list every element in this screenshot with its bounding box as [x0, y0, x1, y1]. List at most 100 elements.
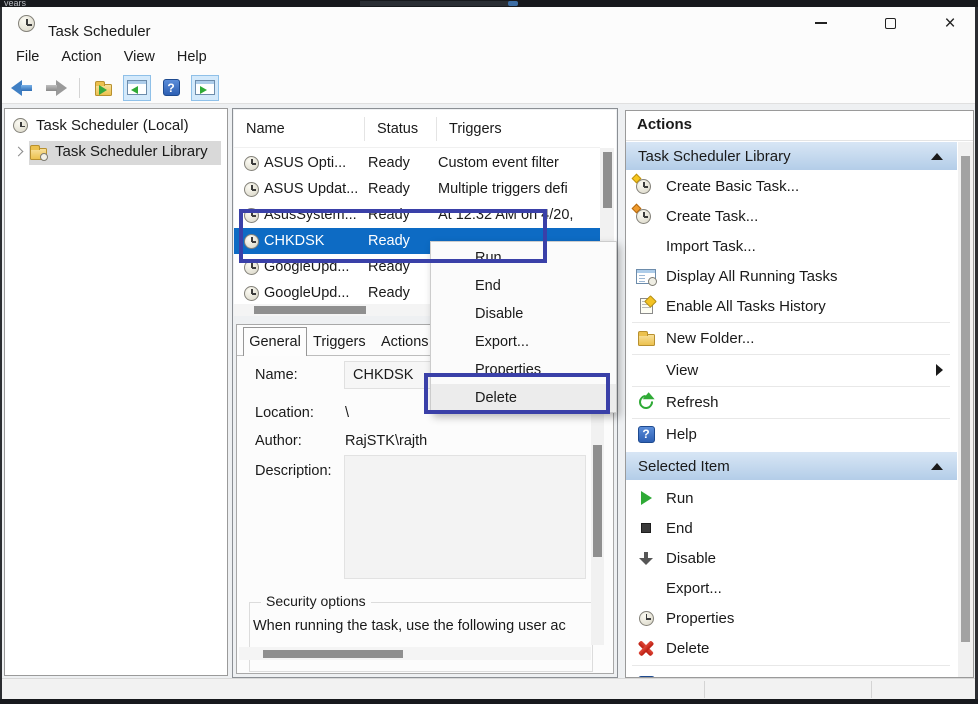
- status-bar: [2, 678, 975, 699]
- action-refresh[interactable]: Refresh: [626, 387, 957, 417]
- action-create-task[interactable]: Create Task...: [626, 201, 957, 231]
- task-name: GoogleUpd...: [264, 285, 368, 301]
- description-field[interactable]: [344, 455, 586, 579]
- actions-vertical-scrollbar[interactable]: [958, 142, 973, 678]
- refresh-icon: [636, 392, 656, 412]
- action-disable[interactable]: Disable: [626, 543, 957, 573]
- section-header-selected-item[interactable]: Selected Item: [626, 452, 957, 480]
- context-end[interactable]: End: [431, 272, 616, 300]
- forward-button[interactable]: [42, 75, 70, 101]
- action-import-task[interactable]: Import Task...: [626, 231, 957, 261]
- task-list-header: Name Status Triggers: [234, 110, 600, 148]
- background-window-tab: [360, 1, 510, 6]
- scheduler-clock-icon: [13, 118, 28, 133]
- action-create-basic-task[interactable]: Create Basic Task...: [626, 171, 957, 201]
- window-title: Task Scheduler: [48, 23, 151, 40]
- task-status: Ready: [368, 285, 438, 301]
- scrollbar-thumb[interactable]: [593, 445, 602, 557]
- context-menu: Run End Disable Export... Properties Del…: [430, 241, 617, 413]
- scrollbar-thumb[interactable]: [961, 156, 970, 642]
- show-hide-action-pane-button[interactable]: [191, 75, 219, 101]
- create-basic-task-icon: [636, 177, 656, 195]
- action-display-running-tasks[interactable]: Display All Running Tasks: [626, 261, 957, 291]
- properties-clock-icon: [639, 611, 654, 626]
- new-folder-icon: [638, 334, 655, 346]
- task-name: ASUS Opti...: [264, 155, 368, 171]
- action-enable-history[interactable]: Enable All Tasks History: [626, 291, 957, 321]
- task-row[interactable]: AsusSystem... Ready At 12:32 AM on 4/20,: [234, 202, 600, 228]
- column-name[interactable]: Name: [234, 121, 364, 137]
- menu-action[interactable]: Action: [50, 49, 112, 65]
- action-view[interactable]: View: [626, 355, 957, 385]
- help-toolbar-button[interactable]: [157, 75, 185, 101]
- create-task-icon: [636, 207, 656, 225]
- scrollbar-thumb[interactable]: [603, 152, 612, 208]
- close-button[interactable]: ×: [928, 7, 972, 39]
- column-status[interactable]: Status: [364, 117, 436, 141]
- action-delete[interactable]: Delete: [626, 633, 957, 663]
- task-clock-icon: [244, 286, 259, 301]
- scrollbar-thumb[interactable]: [254, 306, 366, 314]
- collapse-arrow-icon[interactable]: [931, 153, 943, 160]
- app-clock-icon: [18, 15, 35, 32]
- task-name: AsusSystem...: [264, 207, 368, 223]
- background-window-accent: [508, 1, 518, 6]
- action-end[interactable]: End: [626, 513, 957, 543]
- close-icon: ×: [944, 14, 955, 33]
- task-row[interactable]: ASUS Updat... Ready Multiple triggers de…: [234, 176, 600, 202]
- action-export[interactable]: Export...: [626, 573, 957, 603]
- submenu-arrow-icon: [936, 364, 943, 376]
- collapse-arrow-icon[interactable]: [931, 463, 943, 470]
- action-run[interactable]: Run: [626, 483, 957, 513]
- panel-play-icon: [195, 80, 215, 95]
- context-run[interactable]: Run: [431, 244, 616, 272]
- location-value: \: [345, 405, 349, 421]
- task-row[interactable]: ASUS Opti... Ready Custom event filter: [234, 150, 600, 176]
- actions-panel-title: Actions: [637, 116, 692, 133]
- context-properties[interactable]: Properties: [431, 356, 616, 384]
- tab-general[interactable]: General: [243, 327, 307, 356]
- action-help[interactable]: Help: [626, 419, 957, 449]
- location-label: Location:: [255, 405, 314, 421]
- help-icon: [638, 426, 655, 443]
- status-divider: [704, 681, 705, 698]
- context-disable[interactable]: Disable: [431, 300, 616, 328]
- status-divider: [871, 681, 872, 698]
- menu-file[interactable]: File: [5, 49, 50, 65]
- tree-item-local[interactable]: Task Scheduler (Local): [13, 117, 189, 134]
- details-horizontal-scrollbar[interactable]: [239, 647, 591, 660]
- tab-triggers[interactable]: Triggers: [313, 334, 366, 350]
- author-value: RajSTK\rajth: [345, 433, 427, 449]
- show-hide-tree-button[interactable]: [123, 75, 151, 101]
- delete-x-icon: [638, 640, 654, 656]
- context-delete[interactable]: Delete: [431, 384, 616, 412]
- show-console-tree-button[interactable]: [89, 75, 117, 101]
- minimize-button[interactable]: [799, 7, 843, 39]
- toolbar-separator: [79, 78, 80, 98]
- run-icon: [641, 491, 652, 505]
- minimize-icon: [815, 22, 827, 24]
- help-icon: [163, 79, 180, 96]
- action-new-folder[interactable]: New Folder...: [626, 323, 957, 353]
- task-name: CHKDSK: [264, 233, 368, 249]
- task-trigger: At 12:32 AM on 4/20,: [438, 207, 600, 223]
- maximize-button[interactable]: [868, 7, 912, 39]
- scrollbar-thumb[interactable]: [263, 650, 403, 658]
- end-icon: [641, 523, 651, 533]
- menu-view[interactable]: View: [113, 49, 166, 65]
- tree-item-library[interactable]: Task Scheduler Library: [15, 143, 208, 160]
- menu-help[interactable]: Help: [166, 49, 218, 65]
- task-name: ASUS Updat...: [264, 181, 368, 197]
- context-export[interactable]: Export...: [431, 328, 616, 356]
- security-options-group: [249, 602, 593, 672]
- task-clock-icon: [244, 234, 259, 249]
- column-triggers[interactable]: Triggers: [436, 117, 600, 141]
- action-properties[interactable]: Properties: [626, 603, 957, 633]
- action-help-clipped[interactable]: [626, 669, 957, 678]
- back-button[interactable]: [8, 75, 36, 101]
- chevron-right-icon[interactable]: [14, 147, 24, 157]
- section-header-library[interactable]: Task Scheduler Library: [626, 142, 957, 170]
- console-tree-panel: Task Scheduler (Local) Task Scheduler Li…: [4, 108, 228, 676]
- security-options-label: Security options: [261, 593, 371, 609]
- tab-actions[interactable]: Actions: [381, 334, 429, 350]
